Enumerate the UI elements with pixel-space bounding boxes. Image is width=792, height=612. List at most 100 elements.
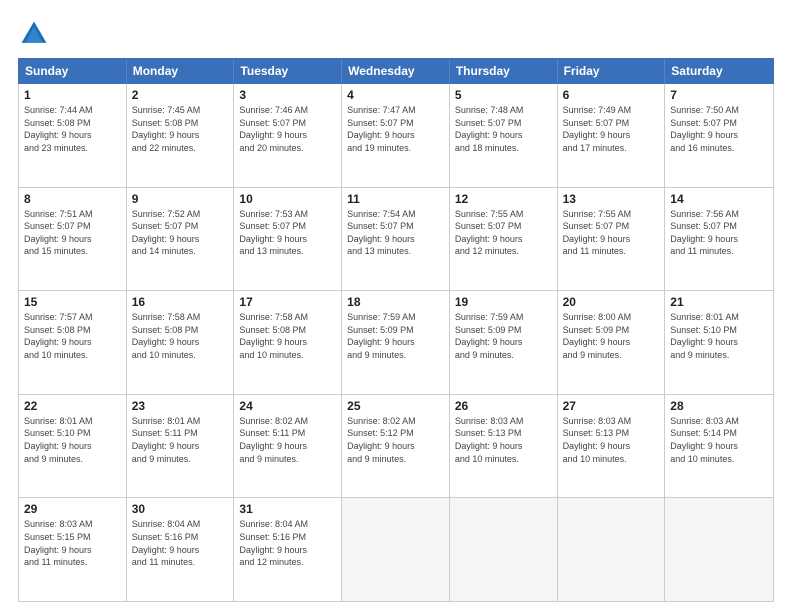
day-info: Sunrise: 7:47 AM Sunset: 5:07 PM Dayligh… (347, 104, 444, 154)
calendar-row-4: 22 Sunrise: 8:01 AM Sunset: 5:10 PM Dayli… (19, 394, 773, 498)
day-info: Sunrise: 7:52 AM Sunset: 5:07 PM Dayligh… (132, 208, 229, 258)
calendar-cell (558, 498, 666, 601)
calendar-cell: 2Sunrise: 7:45 AM Sunset: 5:08 PM Daylig… (127, 84, 235, 187)
day-info: Sunrise: 8:04 AM Sunset: 5:16 PM Dayligh… (132, 518, 229, 568)
day-info: Sunrise: 7:55 AM Sunset: 5:07 PM Dayligh… (563, 208, 660, 258)
calendar-cell: 16 Sunrise: 7:58 AM Sunset: 5:08 PM Dayli… (127, 291, 235, 394)
day-info: Sunrise: 8:04 AM Sunset: 5:16 PM Dayligh… (239, 518, 336, 568)
day-number: 5 (455, 88, 552, 102)
day-info: Sunrise: 8:01 AM Sunset: 5:10 PM Dayligh… (24, 415, 121, 465)
calendar-row-1: 1 Sunrise: 7:44 AM Sunset: 5:08 PM Daylig… (19, 84, 773, 187)
calendar-cell: 21 Sunrise: 8:01 AM Sunset: 5:10 PM Dayli… (665, 291, 773, 394)
logo-icon (18, 18, 50, 50)
header-day-wednesday: Wednesday (342, 59, 450, 83)
calendar-cell: 5 Sunrise: 7:48 AM Sunset: 5:07 PM Daylig… (450, 84, 558, 187)
calendar-cell: 14Sunrise: 7:56 AM Sunset: 5:07 PM Dayli… (665, 188, 773, 291)
calendar-cell: 11 Sunrise: 7:54 AM Sunset: 5:07 PM Dayli… (342, 188, 450, 291)
day-info: Sunrise: 7:53 AM Sunset: 5:07 PM Dayligh… (239, 208, 336, 258)
day-number: 28 (670, 399, 768, 413)
header-day-tuesday: Tuesday (234, 59, 342, 83)
day-number: 4 (347, 88, 444, 102)
calendar-cell (450, 498, 558, 601)
calendar-cell: 8 Sunrise: 7:51 AM Sunset: 5:07 PM Daylig… (19, 188, 127, 291)
day-info: Sunrise: 8:03 AM Sunset: 5:15 PM Dayligh… (24, 518, 121, 568)
day-info: Sunrise: 7:48 AM Sunset: 5:07 PM Dayligh… (455, 104, 552, 154)
calendar-cell: 17 Sunrise: 7:58 AM Sunset: 5:08 PM Dayli… (234, 291, 342, 394)
day-number: 27 (563, 399, 660, 413)
day-number: 19 (455, 295, 552, 309)
calendar-cell: 29 Sunrise: 8:03 AM Sunset: 5:15 PM Dayli… (19, 498, 127, 601)
day-number: 13 (563, 192, 660, 206)
day-number: 6 (563, 88, 660, 102)
day-number: 26 (455, 399, 552, 413)
calendar-cell: 27 Sunrise: 8:03 AM Sunset: 5:13 PM Dayli… (558, 395, 666, 498)
calendar-cell: 13 Sunrise: 7:55 AM Sunset: 5:07 PM Dayli… (558, 188, 666, 291)
day-number: 14 (670, 192, 768, 206)
day-info: Sunrise: 7:51 AM Sunset: 5:07 PM Dayligh… (24, 208, 121, 258)
day-number: 8 (24, 192, 121, 206)
day-number: 21 (670, 295, 768, 309)
calendar-cell: 10Sunrise: 7:53 AM Sunset: 5:07 PM Dayli… (234, 188, 342, 291)
day-info: Sunrise: 7:46 AM Sunset: 5:07 PM Dayligh… (239, 104, 336, 154)
header-day-saturday: Saturday (665, 59, 773, 83)
header (18, 18, 774, 50)
day-info: Sunrise: 7:58 AM Sunset: 5:08 PM Dayligh… (239, 311, 336, 361)
day-info: Sunrise: 8:02 AM Sunset: 5:11 PM Dayligh… (239, 415, 336, 465)
calendar-row-2: 8 Sunrise: 7:51 AM Sunset: 5:07 PM Daylig… (19, 187, 773, 291)
calendar-cell: 28 Sunrise: 8:03 AM Sunset: 5:14 PM Dayli… (665, 395, 773, 498)
day-info: Sunrise: 8:01 AM Sunset: 5:10 PM Dayligh… (670, 311, 768, 361)
calendar: SundayMondayTuesdayWednesdayThursdayFrid… (18, 58, 774, 602)
calendar-cell: 7 Sunrise: 7:50 AM Sunset: 5:07 PM Daylig… (665, 84, 773, 187)
day-number: 15 (24, 295, 121, 309)
calendar-cell (342, 498, 450, 601)
calendar-cell: 1 Sunrise: 7:44 AM Sunset: 5:08 PM Daylig… (19, 84, 127, 187)
calendar-body: 1 Sunrise: 7:44 AM Sunset: 5:08 PM Daylig… (18, 84, 774, 602)
day-number: 9 (132, 192, 229, 206)
calendar-cell: 18 Sunrise: 7:59 AM Sunset: 5:09 PM Dayli… (342, 291, 450, 394)
calendar-cell: 4 Sunrise: 7:47 AM Sunset: 5:07 PM Daylig… (342, 84, 450, 187)
calendar-cell: 19 Sunrise: 7:59 AM Sunset: 5:09 PM Dayli… (450, 291, 558, 394)
calendar-cell: 12 Sunrise: 7:55 AM Sunset: 5:07 PM Dayli… (450, 188, 558, 291)
calendar-cell: 25Sunrise: 8:02 AM Sunset: 5:12 PM Dayli… (342, 395, 450, 498)
day-number: 22 (24, 399, 121, 413)
calendar-cell: 22 Sunrise: 8:01 AM Sunset: 5:10 PM Dayli… (19, 395, 127, 498)
day-number: 25 (347, 399, 444, 413)
day-number: 1 (24, 88, 121, 102)
day-info: Sunrise: 7:55 AM Sunset: 5:07 PM Dayligh… (455, 208, 552, 258)
day-info: Sunrise: 7:58 AM Sunset: 5:08 PM Dayligh… (132, 311, 229, 361)
day-info: Sunrise: 7:50 AM Sunset: 5:07 PM Dayligh… (670, 104, 768, 154)
day-number: 29 (24, 502, 121, 516)
calendar-row-3: 15Sunrise: 7:57 AM Sunset: 5:08 PM Dayli… (19, 290, 773, 394)
header-day-monday: Monday (127, 59, 235, 83)
day-number: 7 (670, 88, 768, 102)
day-number: 23 (132, 399, 229, 413)
day-info: Sunrise: 7:59 AM Sunset: 5:09 PM Dayligh… (455, 311, 552, 361)
day-number: 11 (347, 192, 444, 206)
logo (18, 18, 54, 50)
day-info: Sunrise: 7:49 AM Sunset: 5:07 PM Dayligh… (563, 104, 660, 154)
day-info: Sunrise: 7:59 AM Sunset: 5:09 PM Dayligh… (347, 311, 444, 361)
calendar-cell: 31 Sunrise: 8:04 AM Sunset: 5:16 PM Dayli… (234, 498, 342, 601)
calendar-cell (665, 498, 773, 601)
calendar-cell: 9 Sunrise: 7:52 AM Sunset: 5:07 PM Daylig… (127, 188, 235, 291)
day-info: Sunrise: 7:44 AM Sunset: 5:08 PM Dayligh… (24, 104, 121, 154)
day-info: Sunrise: 8:03 AM Sunset: 5:13 PM Dayligh… (563, 415, 660, 465)
day-number: 18 (347, 295, 444, 309)
day-number: 2 (132, 88, 229, 102)
day-info: Sunrise: 8:03 AM Sunset: 5:14 PM Dayligh… (670, 415, 768, 465)
day-info: Sunrise: 8:03 AM Sunset: 5:13 PM Dayligh… (455, 415, 552, 465)
calendar-cell: 6 Sunrise: 7:49 AM Sunset: 5:07 PM Daylig… (558, 84, 666, 187)
page: SundayMondayTuesdayWednesdayThursdayFrid… (0, 0, 792, 612)
day-number: 24 (239, 399, 336, 413)
calendar-cell: 3Sunrise: 7:46 AM Sunset: 5:07 PM Daylig… (234, 84, 342, 187)
day-number: 20 (563, 295, 660, 309)
day-number: 17 (239, 295, 336, 309)
day-number: 31 (239, 502, 336, 516)
day-number: 16 (132, 295, 229, 309)
calendar-cell: 26 Sunrise: 8:03 AM Sunset: 5:13 PM Dayli… (450, 395, 558, 498)
day-number: 12 (455, 192, 552, 206)
day-info: Sunrise: 8:00 AM Sunset: 5:09 PM Dayligh… (563, 311, 660, 361)
calendar-cell: 24 Sunrise: 8:02 AM Sunset: 5:11 PM Dayli… (234, 395, 342, 498)
calendar-cell: 23Sunrise: 8:01 AM Sunset: 5:11 PM Dayli… (127, 395, 235, 498)
day-info: Sunrise: 7:54 AM Sunset: 5:07 PM Dayligh… (347, 208, 444, 258)
